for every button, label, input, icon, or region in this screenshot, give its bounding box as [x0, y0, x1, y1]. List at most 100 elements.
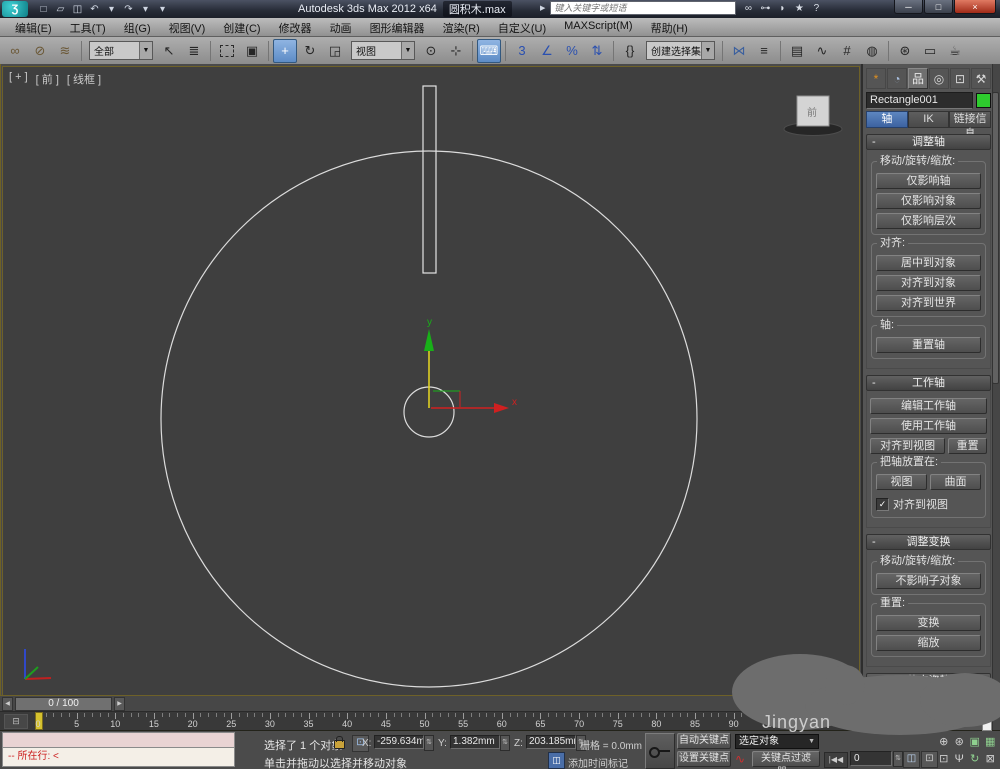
viewport-menu-general[interactable]: [ + ]: [9, 71, 28, 87]
menu-animation[interactable]: 动画: [321, 20, 361, 36]
align-to-object-button[interactable]: 对齐到对象: [876, 275, 981, 291]
pan-icon[interactable]: Ψ: [952, 750, 968, 767]
qat-options-arrow[interactable]: ▾: [155, 2, 170, 16]
auto-key-button[interactable]: 自动关键点: [677, 733, 731, 749]
infocenter-expander-icon[interactable]: ▶: [540, 4, 545, 12]
next-frame-button[interactable]: ▶: [114, 696, 125, 711]
add-time-tag[interactable]: 添加时间标记: [568, 755, 628, 769]
use-working-pivot-button[interactable]: 使用工作轴: [870, 418, 987, 434]
redo-dropdown-arrow[interactable]: ▾: [138, 2, 153, 16]
application-menu-button[interactable]: Ʒ: [2, 1, 28, 17]
x-coordinate-field[interactable]: -259.634m: [374, 735, 424, 749]
zoom-extents-all-icon[interactable]: ▦: [983, 733, 999, 750]
y-spinner[interactable]: ⇅: [500, 735, 510, 751]
menu-customize[interactable]: 自定义(U): [489, 20, 555, 36]
motion-panel-icon[interactable]: ◎: [929, 68, 949, 89]
track-bar[interactable]: ⊟ 05101520253035404550556065707580859095…: [0, 711, 860, 731]
rectangle-spline-selected[interactable]: [422, 85, 437, 274]
panel-scrollbar[interactable]: [992, 64, 1000, 730]
search-icon[interactable]: ∞: [741, 3, 755, 14]
macro-recorder-row[interactable]: [2, 732, 235, 748]
schematic-view-icon[interactable]: #: [835, 39, 859, 63]
align-to-world-button[interactable]: 对齐到世界: [876, 295, 981, 311]
viewport-menu-view[interactable]: [ 前 ]: [36, 71, 59, 87]
subscription-center-icon[interactable]: ⊶: [758, 3, 772, 14]
view-cube[interactable]: 前: [783, 95, 843, 136]
maxscript-mini-listener[interactable]: -- 所在行: <: [2, 732, 235, 768]
edit-named-selections-icon[interactable]: {}: [618, 39, 642, 63]
maximize-button[interactable]: □: [924, 0, 953, 14]
zoom-extents-icon[interactable]: ▣: [967, 733, 983, 750]
edit-working-pivot-button[interactable]: 编辑工作轴: [870, 398, 987, 414]
frame-spinner[interactable]: ⇅: [893, 751, 903, 767]
object-color-swatch[interactable]: [976, 93, 991, 108]
rendered-frame-icon[interactable]: ▭: [918, 39, 942, 63]
chevron-down-icon[interactable]: ▼: [139, 42, 152, 59]
tab-ik[interactable]: IK: [907, 111, 950, 128]
unlink-selection-icon[interactable]: ⊘: [28, 39, 52, 63]
select-by-name-icon[interactable]: ≣: [182, 39, 206, 63]
time-slider[interactable]: 0 / 100: [15, 696, 112, 711]
checkbox-checked[interactable]: ✓: [876, 497, 889, 511]
select-and-scale-icon[interactable]: ◲: [323, 39, 347, 63]
window-crossing-icon[interactable]: ▣: [240, 39, 264, 63]
outer-circle-spline[interactable]: [160, 150, 698, 688]
reset-pivot-button[interactable]: 重置轴: [876, 337, 981, 353]
utilities-panel-icon[interactable]: ⚒: [971, 68, 991, 89]
tab-link-info[interactable]: 链接信息: [949, 111, 992, 140]
open-file-icon[interactable]: ▱: [53, 2, 68, 16]
z-coordinate-field[interactable]: 203.185mm: [526, 735, 576, 749]
place-surface-button[interactable]: 曲面: [930, 474, 981, 490]
affect-pivot-only-button[interactable]: 仅影响轴: [876, 173, 981, 189]
key-selection-dropdown[interactable]: 选定对象 ▼: [735, 734, 819, 749]
viewport-front[interactable]: [ + ] [ 前 ] [ 线框 ] y x 前: [2, 66, 860, 696]
rollout-adjust-pivot-header[interactable]: - 调整轴: [866, 134, 991, 150]
infocenter-search-input[interactable]: [550, 1, 737, 15]
y-coordinate-field[interactable]: 1.382mm: [450, 735, 500, 749]
rollout-working-pivot-header[interactable]: - 工作轴: [866, 375, 991, 391]
help-icon[interactable]: ?: [809, 3, 823, 14]
timeline-ruler[interactable]: 0510152025303540455055606570758085909510…: [0, 712, 860, 731]
reset-scale-button[interactable]: 缩放: [876, 635, 981, 651]
keyboard-override-icon[interactable]: ⌨: [477, 38, 501, 63]
affect-object-only-button[interactable]: 仅影响对象: [876, 193, 981, 209]
gizmo-x-arrowhead[interactable]: [494, 403, 509, 413]
panel-scrollbar-thumb[interactable]: [992, 92, 999, 384]
select-and-manipulate-icon[interactable]: ⊹: [444, 39, 468, 63]
menu-create[interactable]: 创建(C): [214, 20, 269, 36]
menu-help[interactable]: 帮助(H): [642, 20, 697, 36]
undo-icon[interactable]: ↶: [87, 2, 102, 16]
previous-frame-button[interactable]: ◀: [2, 696, 13, 711]
x-spinner[interactable]: ⇅: [424, 735, 434, 751]
display-panel-icon[interactable]: ⊡: [950, 68, 970, 89]
chevron-down-icon[interactable]: ▼: [701, 42, 714, 59]
reset-transform-button[interactable]: 变换: [876, 615, 981, 631]
render-setup-icon[interactable]: ⊛: [893, 39, 917, 63]
create-panel-icon[interactable]: *: [866, 68, 886, 89]
layer-manager-icon[interactable]: ▤: [785, 39, 809, 63]
menu-tools[interactable]: 工具(T): [61, 20, 115, 36]
select-and-link-icon[interactable]: ∞: [3, 39, 27, 63]
material-editor-icon[interactable]: ◍: [860, 39, 884, 63]
reset-button[interactable]: 重置: [948, 438, 987, 454]
menu-group[interactable]: 组(G): [115, 20, 160, 36]
align-icon[interactable]: ≡: [752, 39, 776, 63]
current-frame-field[interactable]: 0: [850, 751, 892, 766]
menu-rendering[interactable]: 渲染(R): [434, 20, 489, 36]
curve-editor-icon[interactable]: ∿: [810, 39, 834, 63]
favorites-icon[interactable]: ★: [792, 3, 806, 14]
viewport-canvas[interactable]: y x 前: [3, 67, 859, 695]
center-to-object-button[interactable]: 居中到对象: [876, 255, 981, 271]
selection-filter-dropdown[interactable]: 全部 ▼: [89, 41, 153, 60]
zoom-all-icon[interactable]: ⊛: [952, 733, 968, 750]
new-file-icon[interactable]: □: [36, 2, 51, 16]
dont-affect-children-button[interactable]: 不影响子对象: [876, 573, 981, 589]
close-button[interactable]: ×: [954, 0, 996, 14]
render-production-icon[interactable]: ☕: [943, 39, 967, 63]
selection-lock-icon[interactable]: [334, 736, 345, 749]
percent-snap-icon[interactable]: %: [560, 39, 584, 63]
gizmo-y-arrowhead[interactable]: [424, 329, 434, 351]
communication-center-icon[interactable]: ◗: [775, 3, 789, 14]
angle-snap-icon[interactable]: ∠: [535, 39, 559, 63]
listener-row[interactable]: -- 所在行: <: [2, 748, 235, 767]
